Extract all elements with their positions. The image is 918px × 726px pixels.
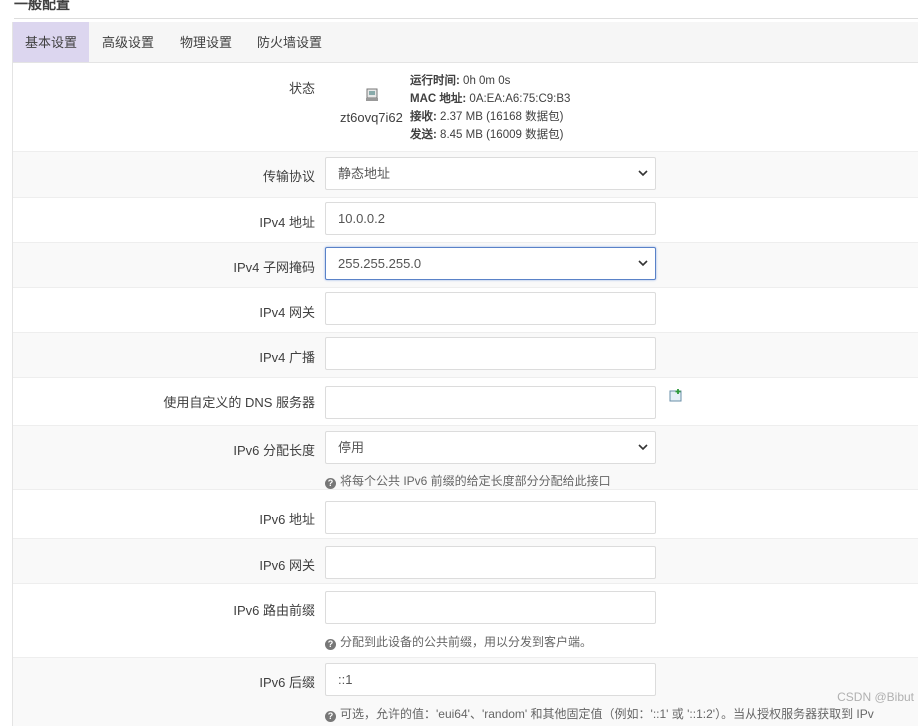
ipv4-netmask-value: 255.255.255.0 bbox=[338, 256, 422, 271]
dns-input[interactable] bbox=[325, 386, 656, 419]
ipv4-netmask-select[interactable]: 255.255.255.0 bbox=[325, 247, 656, 280]
uptime-value: 0h 0m 0s bbox=[463, 75, 511, 87]
mac-value: 0A:EA:A6:75:C9:B3 bbox=[469, 93, 571, 105]
ipv6-assign-label: IPv6 分配长度 bbox=[233, 443, 315, 458]
ipv6-assign-hint: ? 将每个公共 IPv6 前缀的给定长度部分分配给此接口 bbox=[325, 472, 611, 489]
ipv6-address-input[interactable] bbox=[325, 501, 656, 534]
rx-line: 接收: 2.37 MB (16168 数据包) bbox=[410, 108, 570, 126]
network-interface-icon bbox=[366, 88, 378, 101]
ipv6-suffix-hint: ? 可选，允许的值：'eui64'、'random' 和其他固定值（例如：'::1… bbox=[325, 705, 874, 722]
interface-name: zt6ovq7i62 bbox=[340, 110, 403, 125]
ipv6-prefix-hint: ? 分配到此设备的公共前缀，用以分发到客户端。 bbox=[325, 633, 592, 650]
tab-basic-settings[interactable]: 基本设置 bbox=[13, 22, 90, 62]
status-label: 状态 bbox=[288, 81, 315, 96]
ipv6-suffix-row: IPv6 后缀 ::1 ? 可选，允许的值：'eui64'、'random' 和其… bbox=[13, 658, 918, 726]
page: 一般配置 基本设置 高级设置 物理设置 防火墙设置 状态 zt6ovq7i62 … bbox=[0, 0, 918, 726]
ipv6-address-label: IPv6 地址 bbox=[259, 512, 315, 527]
ipv4-gateway-row: IPv4 网关 bbox=[13, 288, 918, 333]
ipv6-prefix-input[interactable] bbox=[325, 591, 656, 624]
chevron-down-icon bbox=[638, 170, 648, 177]
ipv6-assign-row: IPv6 分配长度 停用 ? 将每个公共 IPv6 前缀的给定长度部分分配给此接口 bbox=[13, 426, 918, 490]
uptime-key: 运行时间: bbox=[410, 75, 460, 87]
add-dns-icon[interactable] bbox=[669, 388, 683, 402]
protocol-label: 传输协议 bbox=[262, 169, 315, 184]
ipv4-broadcast-row: IPv4 广播 bbox=[13, 333, 918, 378]
ipv4-netmask-label: IPv4 子网掩码 bbox=[233, 260, 315, 275]
help-icon: ? bbox=[325, 478, 336, 489]
protocol-select[interactable]: 静态地址 bbox=[325, 157, 656, 190]
help-icon: ? bbox=[325, 711, 336, 722]
help-icon: ? bbox=[325, 639, 336, 650]
ipv4-address-row: IPv4 地址 10.0.0.2 bbox=[13, 198, 918, 243]
tab-bar: 基本设置 高级设置 物理设置 防火墙设置 bbox=[13, 22, 918, 63]
settings-panel: 基本设置 高级设置 物理设置 防火墙设置 状态 zt6ovq7i62 运行时间:… bbox=[12, 22, 918, 726]
ipv6-prefix-hint-text: 分配到此设备的公共前缀，用以分发到客户端。 bbox=[340, 635, 593, 649]
tab-physical-settings[interactable]: 物理设置 bbox=[168, 22, 244, 62]
rx-value: 2.37 MB (16168 数据包) bbox=[440, 111, 564, 123]
ipv4-address-input[interactable]: 10.0.0.2 bbox=[325, 202, 656, 235]
tab-firewall-settings[interactable]: 防火墙设置 bbox=[245, 22, 334, 62]
rx-key: 接收: bbox=[410, 111, 437, 123]
ipv4-netmask-row: IPv4 子网掩码 255.255.255.0 bbox=[13, 243, 918, 288]
chevron-down-icon bbox=[638, 260, 648, 267]
ipv4-broadcast-input[interactable] bbox=[325, 337, 656, 370]
protocol-row: 传输协议 静态地址 bbox=[13, 152, 918, 198]
ipv6-gateway-row: IPv6 网关 bbox=[13, 539, 918, 584]
ipv6-gateway-label: IPv6 网关 bbox=[259, 558, 315, 573]
dns-label: 使用自定义的 DNS 服务器 bbox=[163, 395, 315, 410]
section-title: 一般配置 bbox=[14, 0, 918, 19]
tx-key: 发送: bbox=[410, 129, 437, 141]
status-details: 运行时间: 0h 0m 0s MAC 地址: 0A:EA:A6:75:C9:B3… bbox=[410, 72, 570, 144]
dns-row: 使用自定义的 DNS 服务器 bbox=[13, 378, 918, 426]
mac-key: MAC 地址: bbox=[410, 93, 467, 105]
ipv6-address-row: IPv6 地址 bbox=[13, 490, 918, 539]
ipv6-assign-select[interactable]: 停用 bbox=[325, 431, 656, 464]
watermark: CSDN @Bibut bbox=[837, 690, 914, 704]
ipv4-broadcast-label: IPv4 广播 bbox=[259, 350, 315, 365]
ipv4-gateway-input[interactable] bbox=[325, 292, 656, 325]
ipv6-suffix-label: IPv6 后缀 bbox=[259, 675, 315, 690]
ipv6-gateway-input[interactable] bbox=[325, 546, 656, 579]
ipv4-address-label: IPv4 地址 bbox=[259, 215, 315, 230]
ipv6-assign-value: 停用 bbox=[338, 440, 365, 455]
ipv6-suffix-input[interactable]: ::1 bbox=[325, 663, 656, 696]
ipv4-gateway-label: IPv4 网关 bbox=[259, 305, 315, 320]
protocol-value: 静态地址 bbox=[338, 166, 391, 181]
chevron-down-icon bbox=[638, 444, 648, 451]
ipv6-prefix-row: IPv6 路由前缀 ? 分配到此设备的公共前缀，用以分发到客户端。 bbox=[13, 584, 918, 658]
mac-line: MAC 地址: 0A:EA:A6:75:C9:B3 bbox=[410, 90, 570, 108]
ipv6-suffix-hint-text: 可选，允许的值：'eui64'、'random' 和其他固定值（例如：'::1'… bbox=[340, 707, 874, 721]
tx-value: 8.45 MB (16009 数据包) bbox=[440, 129, 564, 141]
status-row: 状态 zt6ovq7i62 运行时间: 0h 0m 0s MAC 地址: 0A:… bbox=[13, 63, 918, 152]
ipv6-assign-hint-text: 将每个公共 IPv6 前缀的给定长度部分分配给此接口 bbox=[340, 474, 611, 488]
uptime-line: 运行时间: 0h 0m 0s bbox=[410, 72, 570, 90]
ipv6-prefix-label: IPv6 路由前缀 bbox=[233, 603, 315, 618]
tab-advanced-settings[interactable]: 高级设置 bbox=[90, 22, 166, 62]
tx-line: 发送: 8.45 MB (16009 数据包) bbox=[410, 126, 570, 144]
